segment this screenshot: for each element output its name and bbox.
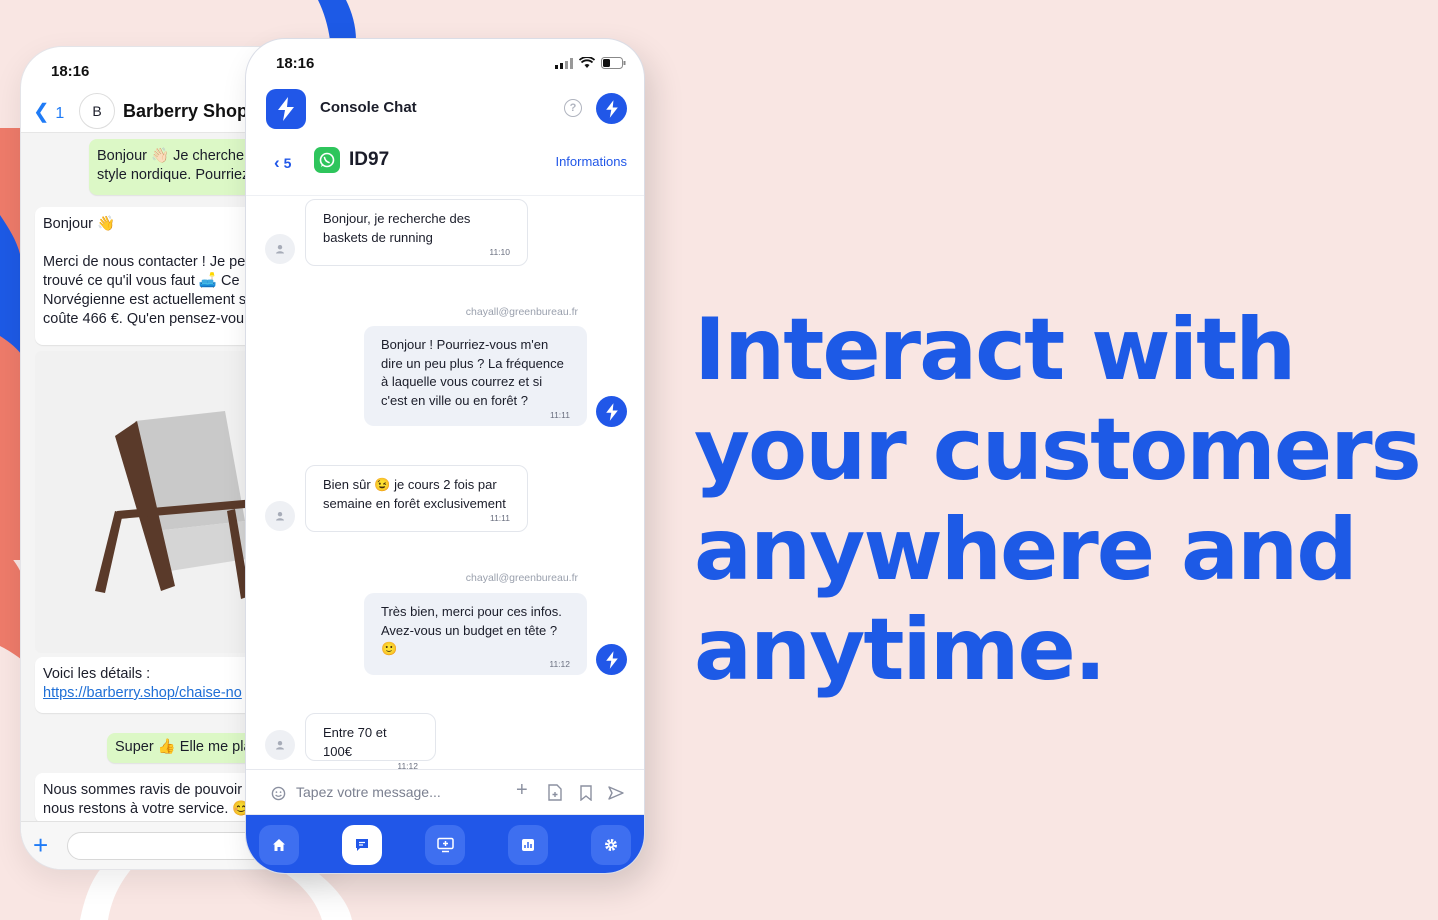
message-bubble: Entre 70 et 100€ 11:12 <box>305 713 436 771</box>
back-button[interactable]: ❮ 1 <box>33 99 64 124</box>
status-time: 18:16 <box>276 55 315 72</box>
user-avatar-icon <box>265 501 295 531</box>
attach-file-icon[interactable] <box>548 784 562 801</box>
help-icon[interactable]: ? <box>564 99 582 117</box>
contact-name: Barberry Shop <box>123 101 249 121</box>
informations-link[interactable]: Informations <box>555 154 627 169</box>
stats-icon <box>522 839 534 851</box>
message-bubble: Bonjour, je recherche des baskets de run… <box>305 199 528 266</box>
app-logo <box>266 89 306 129</box>
agent-avatar <box>596 396 627 427</box>
sender-email: chayall@greenbureau.fr <box>465 572 578 584</box>
status-icons <box>555 57 626 69</box>
message-composer: Tapez votre message... + <box>246 769 644 815</box>
bottom-navigation <box>246 815 644 873</box>
message-time: 11:11 <box>549 410 570 420</box>
status-time: 18:16 <box>51 63 90 80</box>
profile-button[interactable] <box>596 93 627 124</box>
agent-phone: 18:16 Console Chat ? ‹ 5 ID97 Informatio… <box>245 38 645 874</box>
conversation-header: ‹ 5 ID97 Informations <box>246 139 644 187</box>
home-icon <box>273 839 285 851</box>
message-time: 11:12 <box>549 658 570 669</box>
settings-icon <box>605 839 617 851</box>
bookmark-icon[interactable] <box>580 785 592 801</box>
chevron-left-icon: ❮ <box>33 101 50 123</box>
chevron-left-icon: ‹ <box>274 153 280 172</box>
whatsapp-icon <box>314 147 340 173</box>
message-input[interactable]: Tapez votre message... <box>296 784 441 800</box>
bolt-icon <box>605 99 618 118</box>
send-icon[interactable] <box>608 786 624 800</box>
product-link[interactable]: https://barberry.shop/chaise-no <box>43 685 242 701</box>
user-avatar-icon <box>265 234 295 264</box>
plus-icon[interactable]: + <box>33 830 48 861</box>
message-bubble: Bonjour ! Pourriez-vous m'en dire un peu… <box>364 326 587 426</box>
app-title: Console Chat <box>320 99 417 116</box>
emoji-icon[interactable] <box>271 786 286 801</box>
chat-body: Bonjour, je recherche des baskets de run… <box>246 195 644 771</box>
back-button[interactable]: ‹ 5 <box>274 153 291 173</box>
monitor-icon <box>436 837 454 853</box>
sender-email: chayall@greenbureau.fr <box>465 306 578 318</box>
user-avatar-icon <box>265 730 295 760</box>
plus-icon[interactable]: + <box>516 779 528 802</box>
nav-stats-button[interactable] <box>508 825 548 865</box>
message-bubble: Bien sûr 😉 je cours 2 fois par semaine e… <box>305 465 528 532</box>
nav-home-button[interactable] <box>259 825 299 865</box>
back-count: 5 <box>283 155 292 171</box>
message-bubble: Très bien, merci pour ces infos. Avez-vo… <box>364 593 587 675</box>
agent-avatar <box>596 644 627 675</box>
chat-icon <box>356 839 368 851</box>
message-time: 11:10 <box>489 247 510 257</box>
avatar[interactable]: B <box>79 93 115 129</box>
bolt-icon <box>278 97 294 121</box>
signal-icon <box>555 57 573 69</box>
conversation-id: ID97 <box>349 149 390 170</box>
bolt-icon <box>605 402 618 421</box>
back-count: 1 <box>55 105 65 122</box>
nav-monitor-button[interactable] <box>425 825 465 865</box>
wifi-icon <box>579 57 595 68</box>
nav-chat-button[interactable] <box>342 825 382 865</box>
battery-icon <box>601 57 626 69</box>
nav-settings-button[interactable] <box>591 825 631 865</box>
bolt-icon <box>605 650 618 669</box>
headline: Interact with your customers anywhere an… <box>694 300 1422 700</box>
message-time: 11:11 <box>489 513 510 523</box>
